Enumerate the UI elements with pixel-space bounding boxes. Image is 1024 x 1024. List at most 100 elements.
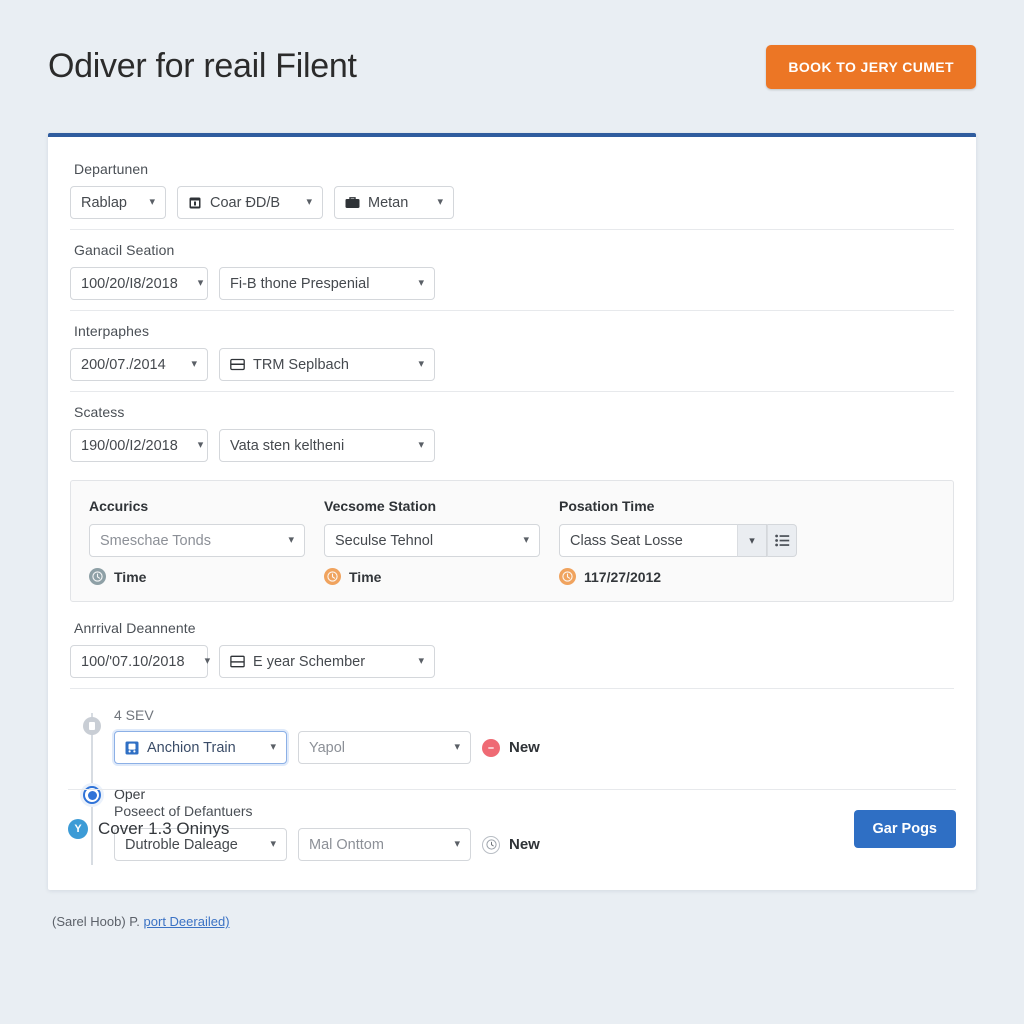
chevron-down-icon: ▾ xyxy=(418,439,424,451)
select-value: Rablap xyxy=(81,194,127,211)
select-arrival-schember[interactable]: E year Schember ▾ xyxy=(219,645,435,678)
select-value: 100/20/I8/2018 xyxy=(81,275,178,292)
chevron-down-icon: ▾ xyxy=(197,439,204,451)
field-row: 190/00/I2/2018 ▾ Vata sten keltheni ▾ xyxy=(70,429,954,462)
chevron-down-icon: ▾ xyxy=(288,534,294,546)
timeline-item-first: 4 SEV Anchion Train ▾ Yapol ▾ New xyxy=(114,707,954,764)
select-value: 200/07./2014 xyxy=(81,356,166,373)
field-group-ganacil-seation: Ganacil Seation 100/20/I8/2018 ▾ Fi-B th… xyxy=(68,242,956,310)
panel-sub-label: Time xyxy=(349,568,382,585)
select-value: TRM Seplbach xyxy=(253,356,349,373)
page-header: Odiver for reail Filent BOOK TO JERY CUM… xyxy=(48,0,976,133)
select-value: Yapol xyxy=(309,739,346,756)
select-value: Vata sten keltheni xyxy=(230,437,345,454)
panel-sub-label: Time xyxy=(114,568,147,585)
group-label: Interpaphes xyxy=(74,323,150,339)
panel-sub-posation: 117/27/2012 xyxy=(559,568,859,585)
group-label: Scatess xyxy=(74,404,125,420)
page-root: Odiver for reail Filent BOOK TO JERY CUM… xyxy=(0,0,1024,1024)
field-row: Anchion Train ▾ Yapol ▾ New xyxy=(114,731,954,764)
clock-icon xyxy=(89,568,106,585)
info-badge-icon: Y xyxy=(68,819,88,839)
panel-sub-accurics: Time xyxy=(89,568,324,585)
briefcase-icon xyxy=(345,196,360,209)
train-icon xyxy=(125,741,139,755)
select-value: Fi-B thone Prespenial xyxy=(230,275,370,292)
select-scatess-option[interactable]: Vata sten keltheni ▾ xyxy=(219,429,435,462)
select-value: Class Seat Losse xyxy=(570,532,683,549)
chevron-down-icon: ▾ xyxy=(437,196,443,208)
chevron-down-icon: ▾ xyxy=(149,196,155,208)
select-accurics[interactable]: Smeschae Tonds ▾ xyxy=(89,524,305,557)
panel-column-title: Accurics xyxy=(89,498,149,514)
page-footer: (Sarel Hoob) P. port Deerailed) xyxy=(48,914,976,929)
select-value: Metan xyxy=(368,194,409,211)
divider xyxy=(70,688,954,689)
select-posation-time[interactable]: Class Seat Losse xyxy=(559,524,737,557)
posation-time-control-group: Class Seat Losse ▾ xyxy=(559,524,859,557)
card-footer-text: Cover 1.3 Oninys xyxy=(98,819,230,838)
card-footer-info: Y Cover 1.3 Oninys xyxy=(68,819,229,839)
select-vecsome-station[interactable]: Seculse Tehnol ▾ xyxy=(324,524,540,557)
chevron-down-icon: ▾ xyxy=(270,741,276,753)
timeline-node-first[interactable] xyxy=(83,717,101,735)
timeline-first-label: 4 SEV xyxy=(114,707,154,723)
panel-sub-label: 117/27/2012 xyxy=(584,568,662,585)
select-trm-seplbach[interactable]: TRM Seplbach ▾ xyxy=(219,348,435,381)
select-value: Coar ÐD/B xyxy=(210,194,281,211)
new-link-label: New xyxy=(509,739,540,756)
book-cta-button[interactable]: BOOK TO JERY CUMET xyxy=(766,44,976,89)
select-value: 190/00/I2/2018 xyxy=(81,437,178,454)
card-footer: Y Cover 1.3 Oninys Gar Pogs xyxy=(68,789,956,848)
field-row: 100/'07.10/2018 ▾ E year Schember ▾ xyxy=(70,645,954,678)
page-footer-prefix: (Sarel Hoob) P. xyxy=(52,914,144,929)
select-value: Seculse Tehnol xyxy=(335,532,434,549)
group-label: Departunen xyxy=(74,161,149,177)
page-footer-link[interactable]: port Deerailed) xyxy=(144,914,230,929)
panel-column-title: Posation Time xyxy=(559,498,655,514)
chevron-down-icon: ▾ xyxy=(204,655,211,667)
select-value: 100/'07.10/2018 xyxy=(81,653,185,670)
group-label: Ganacil Seation xyxy=(74,242,175,258)
divider xyxy=(70,310,954,311)
clock-icon xyxy=(559,568,576,585)
field-row: 100/20/I8/2018 ▾ Fi-B thone Prespenial ▾ xyxy=(70,267,954,300)
select-anchion-train[interactable]: Anchion Train ▾ xyxy=(114,731,287,764)
page-title: Odiver for reail Filent xyxy=(48,47,357,85)
select-ganacil-option[interactable]: Fi-B thone Prespenial ▾ xyxy=(219,267,435,300)
select-value: E year Schember xyxy=(253,653,366,670)
select-interpaphes-date[interactable]: 200/07./2014 ▾ xyxy=(70,348,208,381)
card-icon xyxy=(230,358,245,371)
select-coar-bd[interactable]: Coar ÐD/B ▾ xyxy=(177,186,323,219)
select-value: Anchion Train xyxy=(147,739,236,756)
group-label: Anrrival Deannente xyxy=(74,620,196,636)
chevron-down-icon: ▾ xyxy=(191,358,197,370)
window-icon xyxy=(230,655,245,668)
chevron-down-icon: ▾ xyxy=(197,277,204,289)
gar-pogs-button[interactable]: Gar Pogs xyxy=(853,810,956,848)
chevron-down-icon[interactable]: ▾ xyxy=(737,524,767,557)
field-row: Rablap ▾ Coar ÐD/B ▾ Metan ▾ xyxy=(70,186,954,219)
panel-column-vecsome-station: Vecsome Station Seculse Tehnol ▾ Time xyxy=(324,498,559,585)
field-group-arrival: Anrrival Deannente 100/'07.10/2018 ▾ E y… xyxy=(68,606,956,688)
field-row: 200/07./2014 ▾ TRM Seplbach ▾ xyxy=(70,348,954,381)
calendar-icon xyxy=(188,196,202,210)
main-card: Departunen Rablap ▾ Coar ÐD/B ▾ Metan ▾ … xyxy=(48,133,976,890)
highlight-panel: Accurics Smeschae Tonds ▾ Time Vecsome S… xyxy=(70,480,954,602)
select-rablap[interactable]: Rablap ▾ xyxy=(70,186,166,219)
panel-column-posation-time: Posation Time Class Seat Losse ▾ 117/27/… xyxy=(559,498,859,585)
field-group-departunen: Departunen Rablap ▾ Coar ÐD/B ▾ Metan ▾ xyxy=(68,161,956,229)
chevron-down-icon: ▾ xyxy=(523,534,529,546)
select-metan[interactable]: Metan ▾ xyxy=(334,186,454,219)
select-ganacil-date[interactable]: 100/20/I8/2018 ▾ xyxy=(70,267,208,300)
minus-circle-icon xyxy=(482,738,500,757)
chevron-down-icon: ▾ xyxy=(418,277,424,289)
select-scatess-date[interactable]: 190/00/I2/2018 ▾ xyxy=(70,429,208,462)
divider xyxy=(70,391,954,392)
select-yapol[interactable]: Yapol ▾ xyxy=(298,731,471,764)
new-link-first[interactable]: New xyxy=(482,738,540,757)
list-icon[interactable] xyxy=(767,524,797,557)
panel-column-title: Vecsome Station xyxy=(324,498,437,514)
clock-icon xyxy=(324,568,341,585)
select-arrival-date[interactable]: 100/'07.10/2018 ▾ xyxy=(70,645,211,678)
